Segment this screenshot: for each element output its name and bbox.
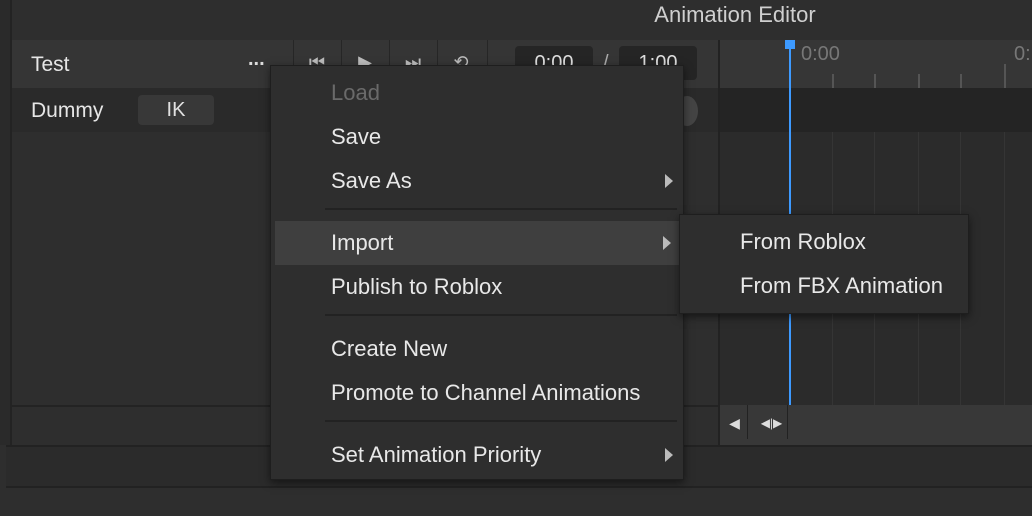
time-ruler[interactable] (720, 40, 1032, 88)
grid-line (1004, 132, 1005, 405)
ik-button[interactable]: IK (138, 95, 214, 125)
submenu-item-label: From Roblox (740, 229, 866, 254)
menu-item-save[interactable]: Save (271, 115, 683, 159)
playhead-handle[interactable] (785, 40, 795, 49)
menu-item-label: Save As (331, 168, 412, 193)
submenu-item-label: From FBX Animation (740, 273, 943, 298)
rig-name: Dummy (31, 99, 104, 122)
window-title: Animation Editor (654, 2, 816, 27)
left-edge (0, 0, 12, 445)
submenu-item-from-roblox[interactable]: From Roblox (680, 220, 968, 264)
ruler-tick (960, 74, 962, 88)
menu-item-save-as[interactable]: Save As (271, 159, 683, 203)
menu-item-set-priority[interactable]: Set Animation Priority (271, 433, 683, 477)
zoom-handle-icon[interactable]: ◀|▶ (756, 405, 788, 439)
menu-item-load[interactable]: Load (271, 71, 683, 115)
menu-separator (325, 420, 677, 422)
menu-item-promote[interactable]: Promote to Channel Animations (271, 371, 683, 415)
timeline-track-row (720, 88, 1032, 132)
menu-separator (325, 314, 677, 316)
submenu-arrow-icon (663, 236, 671, 250)
menu-item-label: Create New (331, 336, 448, 361)
more-options-button[interactable]: ... (248, 48, 265, 71)
import-submenu: From Roblox From FBX Animation (679, 214, 969, 314)
menu-item-label: Promote to Channel Animations (331, 380, 641, 405)
submenu-arrow-icon (665, 174, 673, 188)
ruler-tick (874, 74, 876, 88)
submenu-arrow-icon (665, 448, 673, 462)
ruler-tick (1004, 64, 1006, 88)
ruler-tick (918, 74, 920, 88)
ruler-label: 0: (1014, 43, 1031, 65)
menu-item-publish[interactable]: Publish to Roblox (271, 265, 683, 309)
menu-item-label: Publish to Roblox (331, 274, 503, 299)
animation-name: Test (31, 53, 70, 76)
menu-separator (325, 208, 677, 210)
title-bar: Animation Editor (0, 0, 1032, 40)
ruler-label: 0:00 (801, 43, 840, 65)
menu-item-import[interactable]: Import (275, 221, 681, 265)
submenu-item-from-fbx[interactable]: From FBX Animation (680, 264, 968, 308)
menu-item-label: Import (331, 230, 394, 255)
menu-item-label: Save (331, 124, 382, 149)
file-menu: Load Save Save As Import Publish to Robl… (270, 65, 684, 480)
menu-item-create-new[interactable]: Create New (271, 327, 683, 371)
menu-item-label: Load (331, 80, 380, 105)
ruler-tick (832, 74, 834, 88)
menu-item-label: Set Animation Priority (331, 442, 542, 467)
scroll-left-icon[interactable]: ◀ (722, 405, 748, 439)
